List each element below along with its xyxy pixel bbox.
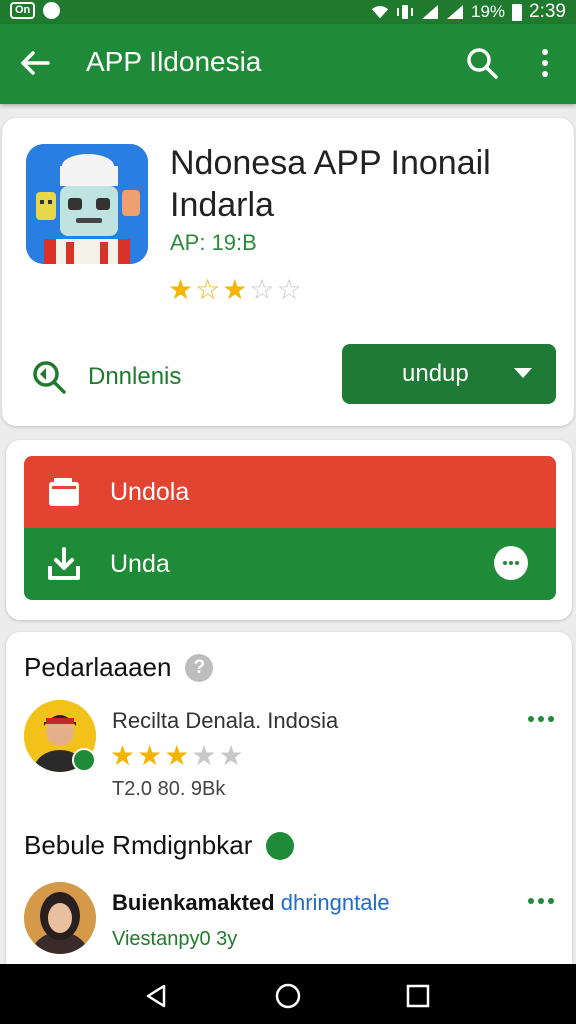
app-bar: APP Ildonesia (0, 24, 576, 104)
wallet-icon (49, 478, 79, 506)
reviewer-name-text: Buienkamakted (112, 890, 275, 915)
download-icon (48, 547, 80, 580)
recents-square-icon[interactable] (404, 982, 432, 1010)
wishlist-label: Dnnlenis (88, 363, 182, 390)
battery-icon (512, 3, 523, 21)
back-triangle-icon[interactable] (142, 982, 170, 1010)
help-icon[interactable]: ? (185, 653, 214, 682)
primary-action-label: Undola (110, 478, 190, 506)
battery-percent: 19% (470, 2, 506, 21)
avatar (24, 882, 96, 954)
review-rating-stars: ★ ★ ★ ★ ★ (110, 742, 244, 770)
page-title: APP Ildonesia (86, 46, 262, 77)
chevron-down-icon[interactable] (514, 368, 532, 378)
star-icon: ★ (168, 274, 194, 305)
reviewer-name: Buienkamakted dhringntale (112, 890, 390, 916)
home-circle-icon[interactable] (274, 982, 302, 1010)
app-icon[interactable] (26, 144, 148, 264)
reviews-card: Pedarlaaaen ? Recilta Denala. Indosia ★ … (6, 632, 572, 972)
signal-icon (421, 5, 438, 19)
verified-badge-icon (72, 748, 96, 772)
check-circle-icon (266, 831, 295, 860)
section2-title-text: Bebule Rmdignbkar (24, 830, 253, 860)
star-icon: ★ (164, 740, 190, 771)
wishlist-search-icon (33, 361, 66, 394)
section-title-text: Pedarlaaaen (24, 652, 172, 682)
reviews-section2-title: Bebule Rmdignbkar (24, 830, 295, 861)
primary-action-button[interactable]: Undola (24, 456, 556, 528)
review-date: T2.0 80. 9Bk (112, 778, 226, 800)
star-icon: ☆ (249, 274, 275, 305)
reviews-section-title: Pedarlaaaen ? (24, 652, 214, 683)
avatar-image (24, 882, 96, 954)
back-arrow-icon[interactable] (18, 46, 52, 80)
star-icon: ★ (218, 740, 244, 771)
notification-box-icon: On (10, 2, 36, 19)
more-vert-icon[interactable] (536, 46, 554, 80)
navigation-bar (0, 964, 576, 1024)
star-icon: ☆ (276, 274, 302, 305)
install-label: undup (402, 360, 469, 387)
review-more-icon[interactable] (528, 716, 554, 724)
star-icon: ★ (110, 740, 136, 771)
vibrate-icon (396, 5, 413, 19)
robot-chef-icon (26, 144, 148, 264)
star-icon: ★ (222, 274, 248, 305)
star-icon: ☆ (195, 274, 221, 305)
record-dot-icon (43, 2, 61, 19)
install-button[interactable]: undup (342, 344, 556, 404)
app-header-card: Ndonesa APP Inonail Indarla AP: 19:B ★ ☆… (2, 118, 574, 426)
chat-bubble-icon[interactable] (494, 546, 528, 580)
wishlist-button[interactable]: Dnnlenis (30, 358, 181, 396)
star-icon: ★ (191, 740, 217, 771)
clock: 2:39 (529, 1, 566, 22)
secondary-action-button[interactable]: Unda (24, 528, 556, 600)
secondary-action-label: Unda (110, 550, 170, 578)
reviewer-link[interactable]: dhringntale (281, 890, 390, 915)
actions-card: Undola Unda (6, 440, 572, 620)
review-more-icon[interactable] (528, 898, 554, 906)
reviewer-name: Recilta Denala. Indosia (112, 708, 339, 733)
review-subtitle: Viestanpy0 3y (112, 928, 238, 950)
app-name: Ndonesa APP Inonail Indarla (170, 144, 491, 224)
signal-icon (446, 5, 463, 19)
app-rating-stars: ★ ☆ ★ ☆ ☆ (168, 276, 302, 304)
app-meta: AP: 19:B (170, 230, 257, 255)
search-icon[interactable] (465, 46, 499, 80)
status-bar: On 19% 2:39 (0, 0, 576, 24)
star-icon: ★ (137, 740, 163, 771)
wifi-icon (371, 6, 389, 19)
